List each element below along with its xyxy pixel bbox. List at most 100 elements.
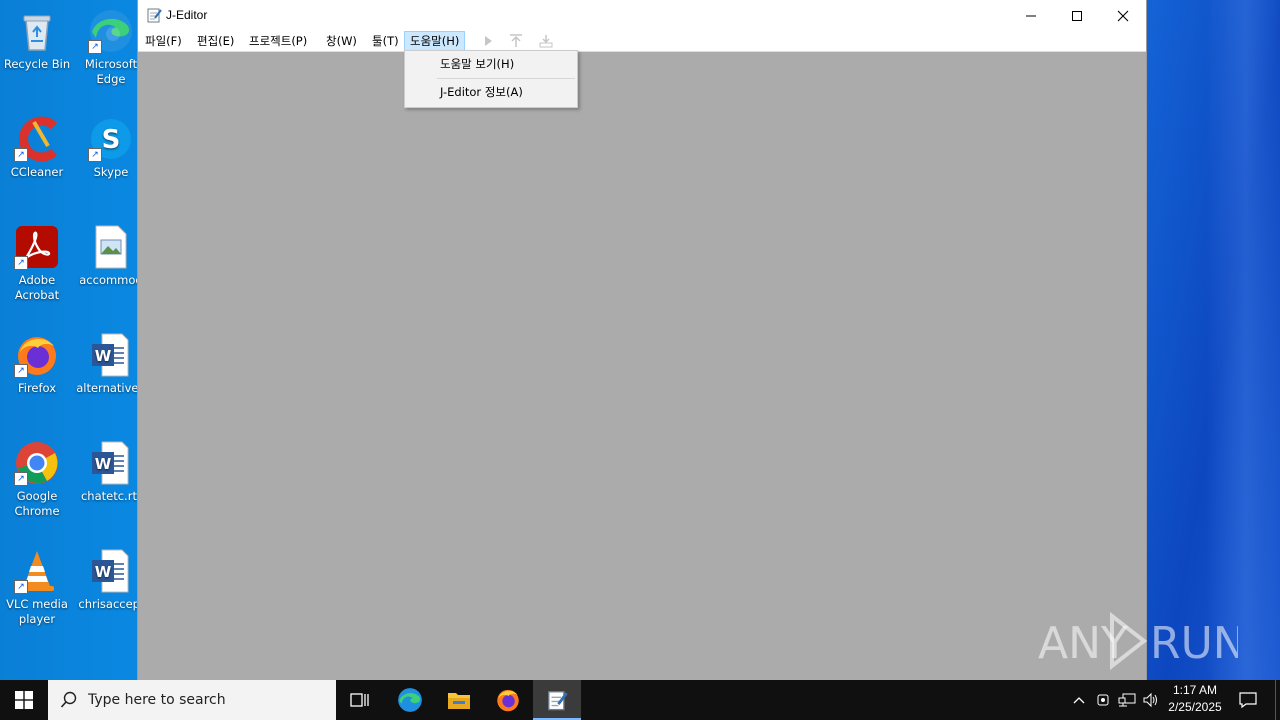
download-icon — [539, 35, 553, 48]
network-button[interactable] — [1116, 680, 1138, 720]
menu-bar: 파일(F) 편집(E) 프로젝트(P) 창(W) 툴(T) 도움말(H) — [138, 31, 1146, 52]
volume-button[interactable] — [1140, 680, 1162, 720]
desktop-icon-label: Firefox — [17, 381, 57, 395]
close-button[interactable] — [1100, 0, 1146, 31]
svg-text:S: S — [102, 125, 121, 155]
desktop-icon-adobe-acrobat[interactable]: ↗ Adobe Acrobat — [0, 224, 74, 303]
desktop-icon-label: Adobe Acrobat — [14, 273, 60, 302]
firefox-icon — [497, 689, 519, 712]
folder-icon — [448, 693, 470, 709]
desktop-icon-chatetc[interactable]: W chatetc.rtf — [74, 440, 148, 504]
action-center-button[interactable] — [1234, 680, 1262, 720]
word-document-icon: W — [88, 440, 134, 486]
anyrun-watermark: ANY RUN — [1038, 608, 1246, 674]
desktop-icon-google-chrome[interactable]: ↗ Google Chrome — [0, 440, 74, 519]
taskbar-search-box[interactable]: Type here to search — [48, 680, 336, 720]
windows-logo-icon — [15, 691, 33, 709]
menu-help[interactable]: 도움말(H) — [404, 31, 466, 51]
speaker-icon — [1143, 692, 1157, 708]
menu-item-about[interactable]: J-Editor 정보(A) — [406, 80, 576, 104]
recycle-bin-icon — [14, 8, 60, 54]
chevron-up-icon — [1073, 697, 1085, 704]
taskbar-edge[interactable] — [386, 680, 434, 720]
upload-icon — [510, 34, 522, 47]
menu-edit[interactable]: 편집(E) — [192, 32, 239, 50]
clock-time: 1:17 AM — [1172, 683, 1218, 697]
edge-icon — [398, 688, 422, 712]
tray-device-icon — [1097, 694, 1109, 706]
desktop-icon-label: VLC media player — [6, 597, 68, 626]
desktop-icon-label: alternativeu — [76, 381, 146, 395]
menu-separator — [437, 78, 575, 79]
help-dropdown-menu: 도움말 보기(H) J-Editor 정보(A) — [404, 50, 578, 108]
play-icon — [485, 36, 492, 46]
svg-text:W: W — [95, 347, 112, 365]
menu-tools[interactable]: 툴(T) — [367, 32, 404, 50]
edge-icon: ↗ — [88, 8, 134, 54]
desktop-icon-chrisaccep[interactable]: W chrisaccep. — [74, 548, 148, 612]
taskbar-file-explorer[interactable] — [435, 680, 483, 720]
desktop-icon-vlc[interactable]: ↗ VLC media player — [0, 548, 74, 627]
image-file-icon — [88, 224, 134, 270]
start-button[interactable] — [0, 680, 48, 720]
minimize-button[interactable] — [1008, 0, 1054, 31]
desktop-icon-skype[interactable]: S ↗ Skype — [74, 116, 148, 180]
desktop-icon-alternativeu[interactable]: W alternativeu — [74, 332, 148, 396]
editor-client-area[interactable] — [138, 52, 1146, 680]
vlc-icon: ↗ — [14, 548, 60, 594]
word-document-icon: W — [88, 332, 134, 378]
tray-app-button[interactable] — [1092, 680, 1114, 720]
skype-icon: S ↗ — [88, 116, 134, 162]
shortcut-arrow-icon: ↗ — [88, 40, 102, 54]
desktop-icon-label: Microsoft Edge — [84, 57, 138, 86]
download-button[interactable] — [538, 33, 554, 49]
task-view-icon — [350, 693, 369, 707]
search-placeholder: Type here to search — [88, 692, 226, 708]
svg-text:W: W — [95, 455, 112, 473]
maximize-button[interactable] — [1054, 0, 1100, 31]
window-title: J-Editor — [166, 8, 208, 22]
desktop-icon-label: chatetc.rtf — [80, 489, 141, 503]
upload-button[interactable] — [508, 33, 524, 49]
desktop-icon-accommod[interactable]: accommod — [74, 224, 148, 288]
notification-icon — [1239, 692, 1257, 709]
desktop-icon-ccleaner[interactable]: ↗ CCleaner — [0, 116, 74, 180]
firefox-icon: ↗ — [14, 332, 60, 378]
run-button[interactable] — [480, 33, 496, 49]
desktop-icon-label: Recycle Bin — [3, 57, 71, 71]
menu-window[interactable]: 창(W) — [321, 32, 362, 50]
title-bar[interactable]: J-Editor — [138, 0, 1146, 31]
maximize-icon — [1072, 10, 1082, 21]
task-view-button[interactable] — [336, 680, 384, 720]
shortcut-arrow-icon: ↗ — [14, 580, 28, 594]
taskbar: Type here to search 1:17 AM 2/25/2025 — [0, 680, 1280, 720]
svg-text:W: W — [95, 563, 112, 581]
desktop-icon-label: accommod — [79, 273, 143, 287]
show-hidden-icons-button[interactable] — [1068, 680, 1090, 720]
clock-date: 2/25/2025 — [1168, 700, 1222, 714]
menu-project[interactable]: 프로젝트(P) — [244, 32, 312, 50]
close-icon — [1117, 10, 1129, 21]
notepad-app-icon — [146, 7, 162, 23]
watermark-text-right: RUN — [1150, 618, 1238, 669]
shortcut-arrow-icon: ↗ — [14, 364, 28, 378]
shortcut-arrow-icon: ↗ — [14, 148, 28, 162]
taskbar-j-editor[interactable] — [533, 680, 581, 720]
desktop-wallpaper-right — [1146, 0, 1280, 680]
minimize-icon — [1026, 15, 1036, 16]
ccleaner-icon: ↗ — [14, 116, 60, 162]
shortcut-arrow-icon: ↗ — [88, 148, 102, 162]
desktop-icon-firefox[interactable]: ↗ Firefox — [0, 332, 74, 396]
adobe-acrobat-icon: ↗ — [14, 224, 60, 270]
desktop-icon-label: chrisaccep. — [78, 597, 144, 611]
taskbar-firefox[interactable] — [484, 680, 532, 720]
desktop-icon-microsoft-edge[interactable]: ↗ Microsoft Edge — [74, 8, 148, 87]
chrome-icon: ↗ — [14, 440, 60, 486]
taskbar-clock[interactable]: 1:17 AM 2/25/2025 — [1160, 682, 1230, 716]
menu-file[interactable]: 파일(F) — [140, 32, 187, 50]
network-icon — [1118, 693, 1136, 707]
show-desktop-button[interactable] — [1275, 680, 1280, 720]
search-icon — [60, 691, 77, 708]
desktop-icon-recycle-bin[interactable]: Recycle Bin — [0, 8, 74, 72]
menu-item-view-help[interactable]: 도움말 보기(H) — [406, 52, 576, 76]
